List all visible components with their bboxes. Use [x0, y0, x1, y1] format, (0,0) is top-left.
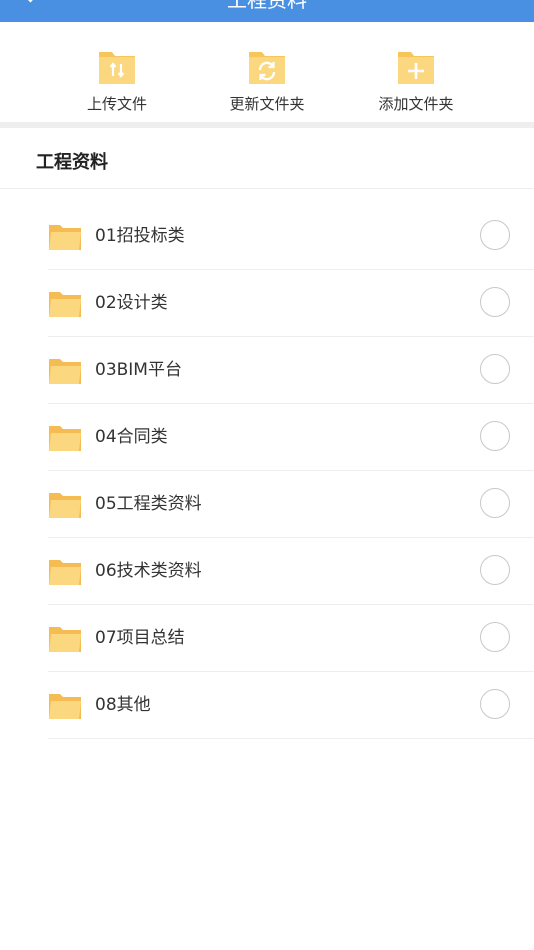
- folder-row[interactable]: 06技术类资料: [48, 538, 534, 605]
- add-folder-label: 添加文件夹: [378, 95, 454, 113]
- folder-icon: [49, 493, 81, 518]
- folder-name: 04合同类: [95, 427, 168, 447]
- folder-row[interactable]: 07项目总结: [48, 605, 534, 672]
- upload-file-button[interactable]: 上传文件: [42, 22, 192, 122]
- folder-row[interactable]: 08其他: [48, 672, 534, 739]
- section-title: 工程资料: [36, 152, 108, 173]
- select-radio[interactable]: [480, 287, 510, 317]
- select-radio[interactable]: [480, 220, 510, 250]
- folder-name: 03BIM平台: [95, 360, 182, 380]
- folder-icon: [49, 359, 81, 384]
- folder-name: 01招投标类: [95, 226, 185, 246]
- select-radio[interactable]: [480, 689, 510, 719]
- folder-row[interactable]: 05工程类资料: [48, 471, 534, 538]
- folder-icon: [49, 426, 81, 451]
- folder-list: 01招投标类 02设计类 03BIM平台 04合同类 05工程类资料 06技术类资料 07项…: [48, 203, 534, 739]
- folder-toolbar: 上传文件 更新文件夹 添加文件夹: [0, 22, 534, 122]
- folder-icon: [49, 694, 81, 719]
- folder-name: 06技术类资料: [95, 561, 202, 581]
- select-radio[interactable]: [480, 622, 510, 652]
- refresh-folder-label: 更新文件夹: [229, 95, 305, 113]
- add-folder-icon: [398, 52, 434, 84]
- folder-icon: [49, 627, 81, 652]
- refresh-folder-button[interactable]: 更新文件夹: [192, 22, 342, 122]
- folder-icon: [49, 560, 81, 585]
- top-navigation-bar: 工程资料: [0, 0, 534, 22]
- page-title: 工程资料: [227, 0, 307, 12]
- refresh-folder-icon: [249, 52, 285, 84]
- folder-row[interactable]: 04合同类: [48, 404, 534, 471]
- folder-name: 05工程类资料: [95, 494, 202, 514]
- folder-name: 07项目总结: [95, 628, 185, 648]
- folder-name: 02设计类: [95, 293, 168, 313]
- folder-row[interactable]: 01招投标类: [48, 203, 534, 270]
- folder-row[interactable]: 02设计类: [48, 270, 534, 337]
- select-radio[interactable]: [480, 555, 510, 585]
- folder-name: 08其他: [95, 695, 151, 715]
- folder-icon: [49, 225, 81, 250]
- add-folder-button[interactable]: 添加文件夹: [341, 22, 491, 122]
- folder-row[interactable]: 03BIM平台: [48, 337, 534, 404]
- section-divider: [0, 122, 534, 128]
- upload-folder-icon: [99, 52, 135, 84]
- select-radio[interactable]: [480, 488, 510, 518]
- section-divider-line: [0, 188, 534, 189]
- upload-file-label: 上传文件: [86, 95, 147, 113]
- folder-icon: [49, 292, 81, 317]
- select-radio[interactable]: [480, 421, 510, 451]
- select-radio[interactable]: [480, 354, 510, 384]
